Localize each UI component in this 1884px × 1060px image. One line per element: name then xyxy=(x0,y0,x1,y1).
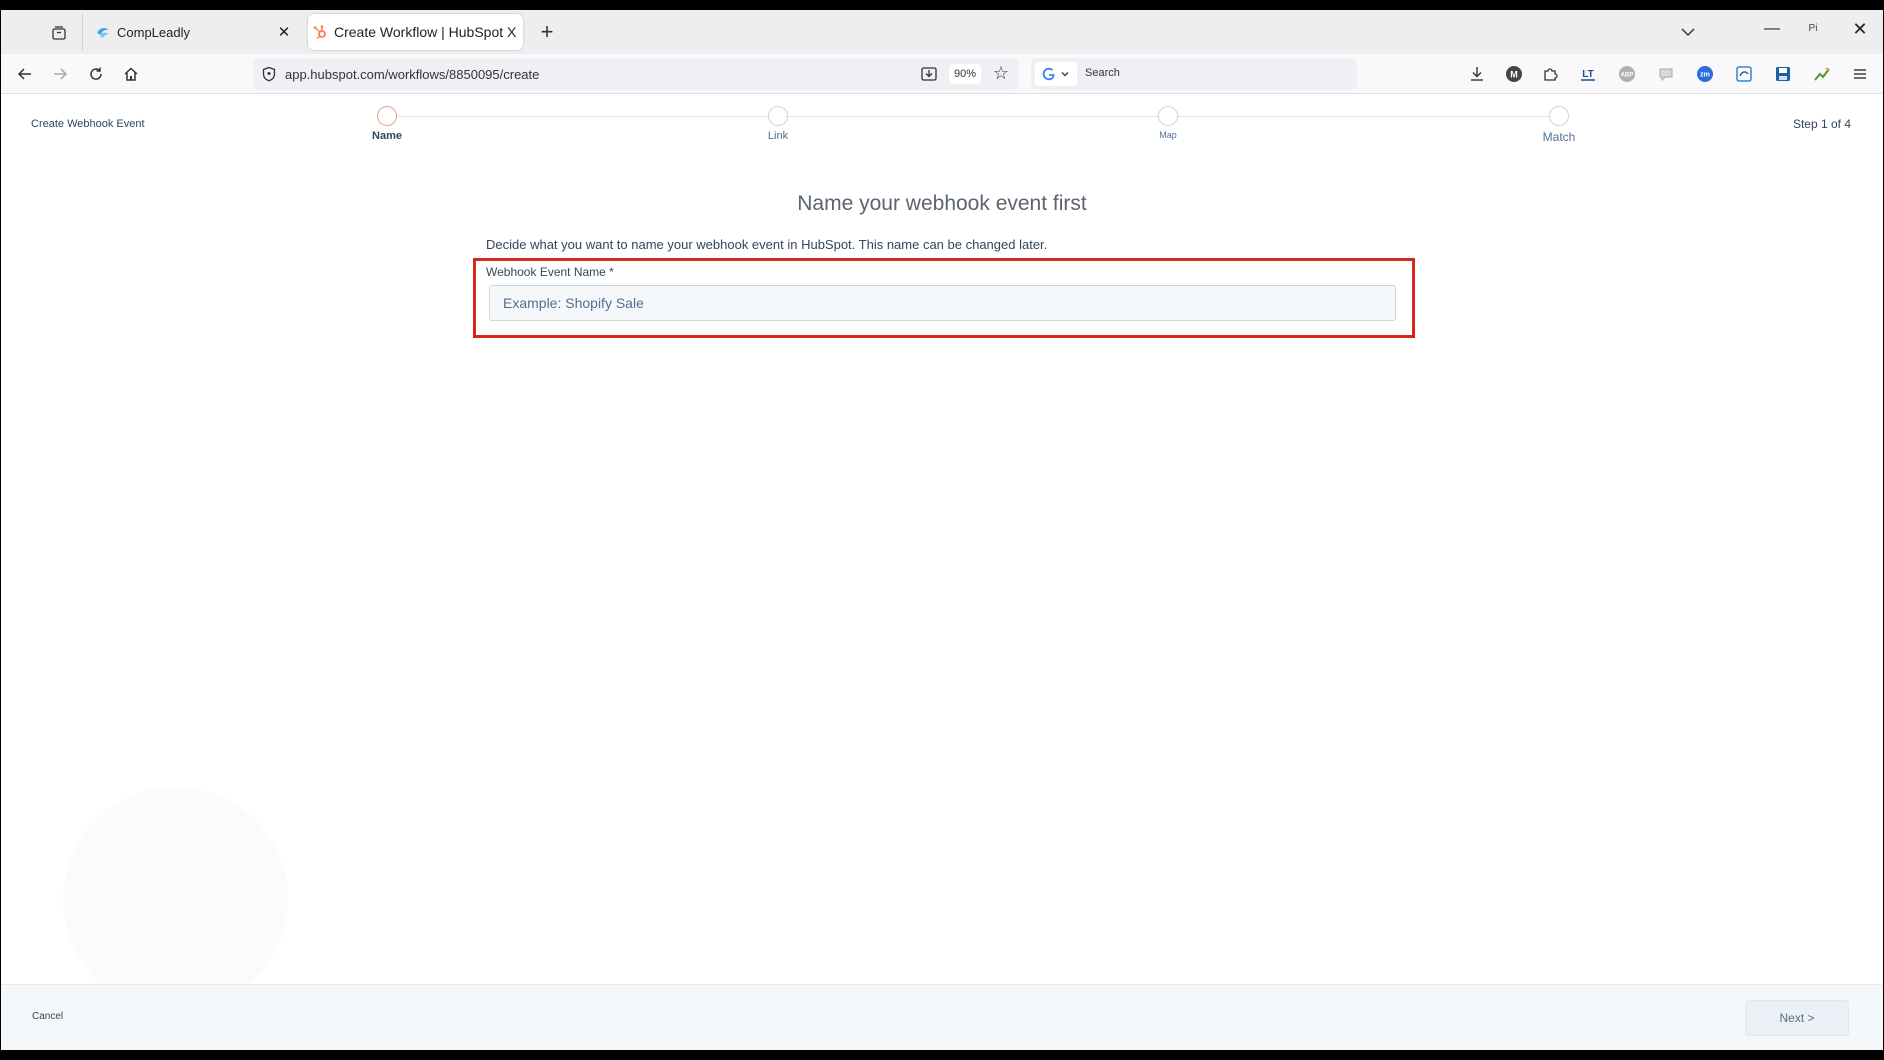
step-counter: Step 1 of 4 xyxy=(1792,117,1851,131)
tab-compleadly[interactable]: CompLeadly ✕ xyxy=(91,14,301,50)
adblock-extension-icon[interactable]: ABP xyxy=(1617,64,1637,84)
bookmark-star-icon[interactable]: ☆ xyxy=(991,63,1011,83)
svg-text:zm: zm xyxy=(1700,72,1710,79)
step-match: Match xyxy=(1499,106,1619,144)
hubspot-favicon-icon xyxy=(312,24,328,40)
webhook-wizard: Create Webhook Event Step 1 of 4 Name Li… xyxy=(1,95,1883,1050)
account-m-icon[interactable]: M xyxy=(1504,64,1524,84)
home-icon[interactable] xyxy=(119,62,143,86)
search-input[interactable]: Search xyxy=(1085,67,1120,79)
step-circle xyxy=(1158,106,1178,126)
svg-text:ABP: ABP xyxy=(1621,73,1634,79)
step-name: Name xyxy=(327,106,447,142)
save-disk-extension-icon[interactable] xyxy=(1773,64,1793,84)
forward-arrow-icon[interactable] xyxy=(48,62,72,86)
next-button[interactable]: Next > xyxy=(1745,1000,1849,1036)
search-bar[interactable]: Search xyxy=(1031,58,1357,90)
tab-title: Create Workflow | HubSpot X xyxy=(334,24,517,40)
url-bar[interactable]: app.hubspot.com/workflows/8850095/create… xyxy=(253,58,1019,90)
tab-separator xyxy=(82,14,83,50)
sync-extension-icon[interactable] xyxy=(1734,64,1754,84)
cancel-button[interactable]: Cancel xyxy=(32,1011,63,1022)
shield-icon[interactable] xyxy=(261,66,277,82)
reload-icon[interactable] xyxy=(84,62,108,86)
new-tab-button[interactable]: + xyxy=(536,21,558,44)
screen: CompLeadly ✕ Create Workflow | HubSpot X… xyxy=(0,0,1884,1060)
step-label: Name xyxy=(372,130,402,142)
chart-extension-icon[interactable] xyxy=(1812,64,1832,84)
window-user-label: Pi xyxy=(1808,23,1818,34)
url-text[interactable]: app.hubspot.com/workflows/8850095/create xyxy=(285,67,539,82)
window-close-button[interactable]: ✕ xyxy=(1849,19,1871,41)
webhook-event-name-input[interactable] xyxy=(489,285,1396,321)
google-icon xyxy=(1042,67,1055,81)
tab-overview-icon[interactable] xyxy=(47,22,71,44)
browser-window: CompLeadly ✕ Create Workflow | HubSpot X… xyxy=(1,10,1883,1050)
tab-create-workflow[interactable]: Create Workflow | HubSpot X xyxy=(308,14,523,50)
background-decoration xyxy=(63,787,288,1012)
list-all-tabs-chevron-down-icon[interactable] xyxy=(1677,24,1699,40)
navigation-bar: app.hubspot.com/workflows/8850095/create… xyxy=(1,54,1883,94)
step-label: Map xyxy=(1159,130,1177,140)
svg-text:LT: LT xyxy=(1582,69,1593,80)
section-heading: Name your webhook event first xyxy=(797,192,1087,215)
section-description: Decide what you want to name your webhoo… xyxy=(486,237,1048,252)
tab-bar: CompLeadly ✕ Create Workflow | HubSpot X… xyxy=(1,10,1883,54)
step-map: Map xyxy=(1108,106,1228,140)
tab-close-icon[interactable]: ✕ xyxy=(275,23,293,41)
svg-text:M: M xyxy=(1510,70,1518,80)
compleadly-favicon-icon xyxy=(95,24,111,40)
stepper-track xyxy=(387,116,1559,117)
step-label: Link xyxy=(767,130,789,142)
translate-extension-icon[interactable]: LT xyxy=(1578,64,1598,84)
save-to-pocket-icon[interactable] xyxy=(919,64,939,84)
webhook-event-name-label: Webhook Event Name * xyxy=(486,265,614,279)
step-circle xyxy=(1549,106,1569,126)
step-label: Match xyxy=(1542,130,1576,144)
step-circle xyxy=(768,106,788,126)
zoom-extension-icon[interactable]: zm xyxy=(1695,64,1715,84)
search-engine-selector[interactable] xyxy=(1035,62,1077,86)
menu-hamburger-icon[interactable] xyxy=(1850,64,1870,84)
step-circle xyxy=(377,106,397,126)
tab-title: CompLeadly xyxy=(117,24,190,40)
step-link: Link xyxy=(718,106,838,142)
back-arrow-icon[interactable] xyxy=(13,62,37,86)
window-minimize-button[interactable]: — xyxy=(1761,20,1783,42)
chat-extension-icon[interactable] xyxy=(1656,64,1676,84)
zoom-level-badge[interactable]: 90% xyxy=(949,64,981,84)
downloads-icon[interactable] xyxy=(1467,64,1487,84)
extensions-puzzle-icon[interactable] xyxy=(1540,64,1560,84)
page-title: Create Webhook Event xyxy=(31,118,145,130)
chevron-down-icon xyxy=(1061,72,1069,77)
wizard-footer: Cancel Next > xyxy=(1,984,1883,1050)
